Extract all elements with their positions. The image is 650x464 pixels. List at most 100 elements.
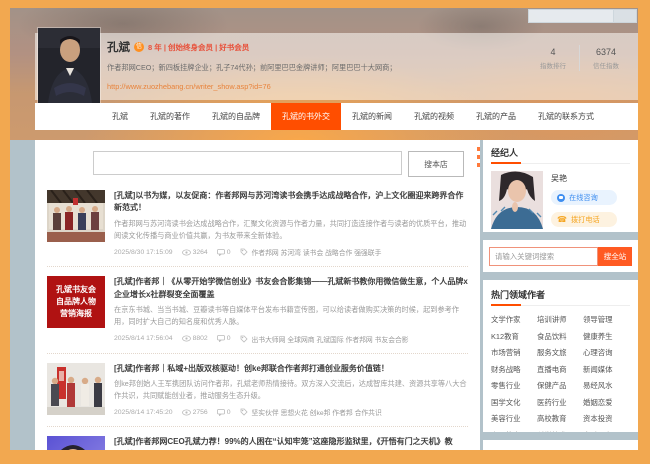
- article-row: [孔斌]作者邦｜私域+出版双核驱动！创ke邦联合作者邦打通创业服务价值链！ 创k…: [47, 354, 468, 428]
- tab-bar: 孔斌孔斌的著作孔斌的自品牌孔斌的书外交孔斌的新闻孔斌的视频孔斌的产品孔斌的联系方…: [35, 103, 638, 130]
- article-thumbnail[interactable]: 孔斌书友会 自品牌人物 营销海报: [47, 276, 105, 328]
- shop-search-button[interactable]: 搜本店: [408, 151, 464, 177]
- call-phone-button[interactable]: ☎ 拨打电话: [551, 212, 617, 227]
- top-right-overlay-icon[interactable]: [614, 9, 637, 23]
- stat-trust-value: 6374: [580, 47, 632, 57]
- profile-header-panel: 孔斌 信 8 年 | 创始终身会员 | 好书会员 作者邦网CEO；新四板挂牌企业…: [35, 33, 638, 100]
- article-title[interactable]: [孔斌]作者邦网CEO孔斌力荐！99%的人困在“认知牢笼”这座隐形监狱里，《开悟…: [114, 436, 468, 450]
- online-chat-label: 在线咨询: [569, 193, 598, 203]
- writer-bio: 作者邦网CEO；新四板挂牌企业；孔子74代孙；前阿里巴巴金牌讲师；阿里巴巴十大网…: [107, 63, 518, 73]
- phone-icon: ☎: [557, 216, 567, 224]
- article-meta: 2025/8/14 17:45:20 2756 0 坚实伙伴 思想火花 创ke邦…: [114, 407, 468, 417]
- article-tags[interactable]: 作者邦网 苏河湾 读书会 战略合作 强强联手: [252, 247, 382, 257]
- hot-tag[interactable]: K12教育: [491, 331, 535, 342]
- hot-tag[interactable]: 新闻媒体: [583, 364, 627, 375]
- article-title[interactable]: [孔斌]作者邦｜《从零开始学微信创业》书友会合影集锦——孔斌新书教你用微信做生意…: [114, 276, 468, 301]
- views-count: 3264: [193, 249, 208, 256]
- hot-tag[interactable]: 零售行业: [491, 380, 535, 391]
- tab-2[interactable]: 孔斌的自品牌: [201, 103, 271, 130]
- tab-1[interactable]: 孔斌的著作: [139, 103, 201, 130]
- tab-3[interactable]: 孔斌的书外交: [271, 103, 341, 130]
- page-container: 孔斌 信 8 年 | 创始终身会员 | 好书会员 作者邦网CEO；新四板挂牌企业…: [10, 8, 638, 450]
- hot-tag[interactable]: 保健产品: [537, 380, 581, 391]
- agent-name: 吴艳: [551, 173, 630, 184]
- tab-6[interactable]: 孔斌的产品: [465, 103, 527, 130]
- tags-icon: [240, 248, 248, 256]
- chat-bubble-icon: [557, 194, 565, 202]
- article-thumbnail[interactable]: [47, 190, 105, 242]
- hot-tag[interactable]: 科学技术: [537, 430, 581, 433]
- hot-tag[interactable]: 直播电商: [537, 364, 581, 375]
- comments-count: 0: [227, 409, 231, 416]
- hot-tag[interactable]: 医药行业: [537, 397, 581, 408]
- comments-icon: [217, 409, 225, 416]
- call-phone-label: 拨打电话: [571, 215, 600, 225]
- article-title[interactable]: [孔斌]作者邦｜私域+出版双核驱动！创ke邦联合作者邦打通创业服务价值链！: [114, 363, 468, 375]
- hot-tag[interactable]: 心理咨询: [583, 347, 627, 358]
- hot-tag[interactable]: 高校教育: [537, 413, 581, 424]
- stat-trust-label: 信任指数: [580, 60, 632, 70]
- tab-5[interactable]: 孔斌的视频: [403, 103, 465, 130]
- hot-tag[interactable]: 文学作家: [491, 314, 535, 325]
- agent-section-title: 经纪人: [491, 146, 630, 164]
- hot-tag[interactable]: 市场营销: [491, 347, 535, 358]
- agent-card: 经纪人 吴艳 在线咨询 ☎: [483, 140, 638, 232]
- views-count: 8802: [193, 335, 208, 342]
- tags-icon: [240, 408, 248, 416]
- hot-tag[interactable]: 美容行业: [491, 413, 535, 424]
- writer-avatar: [38, 28, 100, 103]
- tab-7[interactable]: 孔斌的联系方式: [527, 103, 605, 130]
- shop-search-input[interactable]: [93, 151, 402, 175]
- site-search-input[interactable]: [489, 247, 598, 266]
- hot-tag[interactable]: 易经风水: [583, 380, 627, 391]
- hot-tag[interactable]: 培训讲师: [537, 314, 581, 325]
- stat-trust: 6374 信任指数: [580, 47, 632, 70]
- article-tags[interactable]: 坚实伙伴 思想火花 创ke邦 作者邦 合作共识: [252, 407, 382, 417]
- article-meta: 2025/8/14 17:56:04 8802 0 出书大师网 全球网商 孔斌国…: [114, 334, 468, 344]
- tags-icon: [240, 335, 248, 343]
- hot-tag[interactable]: 领导管理: [583, 314, 627, 325]
- comments-icon: [217, 335, 225, 342]
- site-search-button[interactable]: 搜全站: [598, 247, 632, 266]
- article-row: [孔斌]以书为媒，以友促商：作者邦网与苏河湾读书会携手达成战略合作，沪上文化圈迎…: [47, 181, 468, 267]
- agent-avatar: [491, 171, 543, 229]
- hot-tag[interactable]: 健康养生: [583, 331, 627, 342]
- main-column: 搜本店 [孔斌]以书为媒，以友促商：作者邦网与苏河湾读: [35, 140, 480, 450]
- top-right-overlay-label[interactable]: [528, 9, 614, 23]
- scroll-marker: [477, 147, 480, 171]
- article-thumbnail[interactable]: [47, 436, 105, 450]
- views-icon: [182, 409, 191, 416]
- hot-tag[interactable]: 资本投资: [583, 413, 627, 424]
- hot-tag[interactable]: 服务文旅: [537, 347, 581, 358]
- hot-tags-grid: 文学作家培训讲师领导管理 K12教育食品饮料健康养生市场营销服务文旅心理咨询财务战…: [491, 314, 630, 432]
- stat-rank-label: 指数排行: [527, 60, 579, 70]
- article-desc: 作者邦网与苏河湾读书会达成战略合作，汇聚文化资源与作者力量，共同打造连接作者与读…: [114, 218, 468, 242]
- article-date: 2025/8/14 17:56:04: [114, 335, 173, 342]
- article-thumbnail[interactable]: [47, 363, 105, 415]
- views-count: 2756: [193, 409, 208, 416]
- article-desc: 在京东书城、当当书城、豆瓣读书等自媒体平台发布书籍宣传图，可以给读者做购买决策的…: [114, 304, 468, 328]
- stats-panel: 4 指数排行 6374 信任指数: [527, 45, 632, 71]
- hot-tag[interactable]: 国学文化: [491, 397, 535, 408]
- stat-rank-value: 4: [527, 47, 579, 57]
- article-tags[interactable]: 出书大师网 全球网商 孔斌国际 作者邦网 书友会合影: [252, 334, 409, 344]
- tab-4[interactable]: 孔斌的新闻: [341, 103, 403, 130]
- hot-tag[interactable]: 财务战略: [491, 364, 535, 375]
- article-title[interactable]: [孔斌]以书为媒，以友促商：作者邦网与苏河湾读书会携手达成战略合作，沪上文化圈迎…: [114, 190, 468, 215]
- hot-authors-card: 热门领域作者 文学作家培训讲师领导管理K12教育食品饮料健康养生市场营销服务文旅…: [483, 280, 638, 432]
- shop-search-row: 搜本店: [93, 151, 464, 177]
- verified-badge-icon: 信: [134, 42, 144, 52]
- hot-tag[interactable]: 金融服务: [583, 430, 627, 433]
- comments-icon: [217, 249, 225, 256]
- hot-tag[interactable]: 亲子教育: [491, 430, 535, 433]
- hot-tag[interactable]: 食品饮料: [537, 331, 581, 342]
- hot-tag[interactable]: 婚姻恋爱: [583, 397, 627, 408]
- writer-name: 孔斌: [107, 39, 130, 55]
- profile-url-link[interactable]: http://www.zuozhebang.cn/writer_show.asp…: [107, 82, 518, 91]
- online-chat-button[interactable]: 在线咨询: [551, 190, 617, 205]
- article-date: 2025/8/14 17:45:20: [114, 409, 173, 416]
- article-date: 2025/8/30 17:15:09: [114, 249, 173, 256]
- tab-0[interactable]: 孔斌: [101, 103, 139, 130]
- top-right-overlay[interactable]: [528, 9, 637, 23]
- clipped-section-card: [483, 440, 638, 450]
